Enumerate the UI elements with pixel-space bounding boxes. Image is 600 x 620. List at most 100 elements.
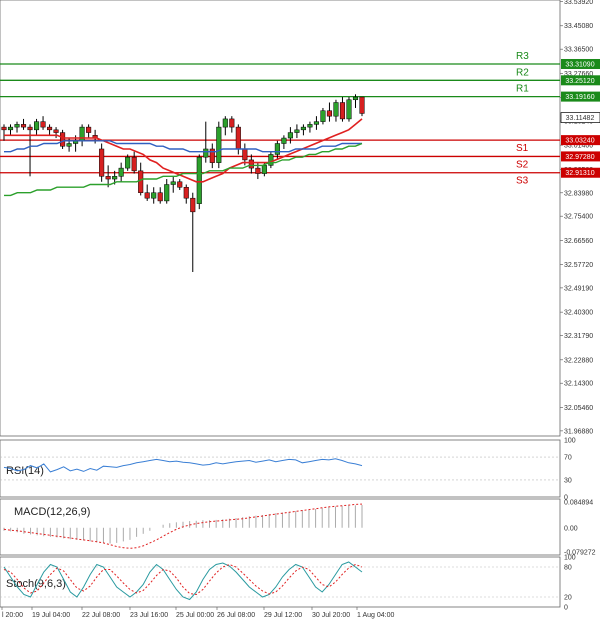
price-axis-label: 32.57720: [564, 262, 593, 269]
candle-body: [216, 126, 222, 163]
candle-body: [144, 192, 150, 199]
time-axis-label: 29 Jul 12:00: [264, 612, 302, 619]
candle-body: [190, 197, 196, 213]
price-axis-label: 32.49190: [564, 285, 593, 292]
level-name-r3: R3: [516, 51, 529, 62]
candle-body: [86, 126, 92, 133]
candle-body: [183, 186, 189, 199]
level-price-label: 32.97280: [565, 154, 594, 161]
candle-body: [300, 126, 306, 131]
candle-body: [66, 143, 72, 147]
candle-body: [196, 156, 202, 204]
price-axis-label: 33.45080: [564, 23, 593, 30]
level-name-s1: S1: [516, 143, 529, 154]
candle-body: [242, 148, 248, 161]
candle-body: [164, 184, 170, 202]
macd-title: MACD(12,26,9): [14, 506, 90, 518]
price-axis-label: 33.53920: [564, 0, 593, 6]
price-axis-label: 32.40300: [564, 310, 593, 317]
candle-body: [151, 192, 157, 199]
candle-body: [352, 96, 359, 101]
candle-body: [14, 124, 20, 128]
macd-axis-label: 0.00: [564, 525, 578, 532]
candle-body: [7, 126, 14, 131]
price-axis-label: 32.66560: [564, 238, 593, 245]
price-axis-label: 31.96880: [564, 428, 593, 435]
candle-body: [235, 126, 241, 150]
level-price-label: 33.19160: [565, 94, 594, 101]
candle-body: [320, 110, 326, 122]
level-price-label: 32.91310: [565, 170, 594, 177]
price-axis-label: 32.83980: [564, 190, 593, 197]
candle-body: [313, 121, 319, 125]
candle-body: [20, 124, 27, 128]
candle-body: [60, 132, 66, 147]
price-axis-label: 33.36500: [564, 47, 593, 54]
candle-body: [294, 129, 300, 133]
price-chart: 33.5392033.4508033.3650033.2766033.18820…: [0, 0, 600, 620]
candle-body: [1, 126, 7, 131]
price-axis-label: 32.05460: [564, 405, 593, 412]
stoch-axis-label: 20: [564, 595, 572, 602]
candle-body: [274, 143, 280, 155]
rsi-axis-label: 100: [564, 438, 576, 445]
candle-body: [359, 96, 365, 114]
price-axis-label: 32.31790: [564, 333, 593, 340]
candle-body: [131, 156, 137, 172]
level-price-label: 33.25120: [565, 78, 594, 85]
current-price-label: 33.11482: [566, 115, 595, 122]
time-axis-label: 23 Jul 16:00: [130, 612, 168, 619]
chart-background: [0, 0, 600, 620]
price-axis-label: 32.75400: [564, 214, 593, 221]
candle-body: [339, 102, 346, 120]
time-axis-label: 22 Jul 08:00: [82, 612, 120, 619]
candle-body: [125, 156, 131, 169]
level-price-label: 33.31090: [565, 61, 594, 68]
candle-body: [105, 176, 111, 180]
candle-body: [222, 118, 228, 128]
candle-body: [333, 102, 339, 117]
candle-body: [203, 148, 209, 158]
candle-body: [27, 126, 33, 131]
time-axis-label: 26 Jul 08:00: [217, 612, 255, 619]
time-axis-label: 19 Jul 04:00: [32, 612, 70, 619]
time-axis-label: 30 Jul 20:00: [312, 612, 350, 619]
time-axis-label: l 20:00: [2, 612, 23, 619]
candle-body: [53, 129, 59, 133]
candle-body: [307, 124, 313, 128]
rsi-axis-label: 70: [564, 455, 572, 462]
stoch-axis-label: 100: [564, 555, 576, 562]
candle-body: [177, 181, 183, 188]
candle-body: [99, 148, 105, 177]
candle-body: [138, 170, 144, 193]
level-name-r1: R1: [516, 84, 529, 95]
level-name-s3: S3: [516, 176, 529, 187]
macd-axis-label: 0.084894: [564, 500, 593, 507]
candle-body: [287, 132, 293, 139]
candle-body: [112, 176, 118, 180]
candle-body: [255, 167, 261, 174]
candle-body: [281, 137, 287, 144]
rsi-axis-label: 30: [564, 477, 572, 484]
candle-body: [118, 167, 124, 177]
time-axis-label: 25 Jul 00:00: [176, 612, 214, 619]
candle-body: [268, 154, 274, 166]
candle-body: [33, 121, 40, 131]
price-axis-label: 32.22880: [564, 357, 593, 364]
candle-body: [261, 165, 267, 174]
candle-body: [47, 126, 53, 131]
level-name-s2: S2: [516, 159, 529, 170]
candle-body: [326, 110, 333, 117]
level-price-label: 33.03240: [565, 138, 594, 145]
candle-body: [346, 99, 352, 120]
candle-body: [157, 192, 163, 202]
candle-body: [248, 159, 254, 169]
stoch-axis-label: 0: [564, 605, 568, 612]
candle-body: [40, 121, 46, 128]
candle-body: [229, 118, 235, 128]
stoch-axis-label: 80: [564, 565, 572, 572]
time-axis-label: 1 Aug 04:00: [357, 612, 394, 619]
price-axis-label: 32.14300: [564, 381, 593, 388]
level-name-r2: R2: [516, 67, 529, 78]
candle-body: [170, 181, 176, 185]
